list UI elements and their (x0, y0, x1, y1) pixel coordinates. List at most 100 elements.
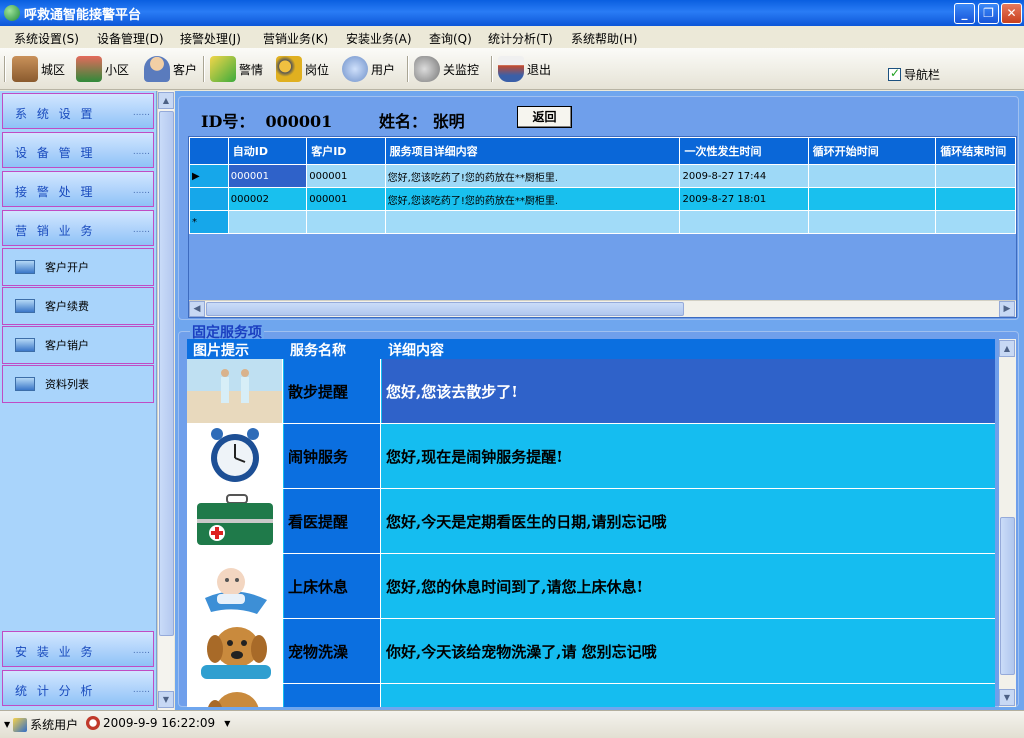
grid-corner-cell (189, 137, 229, 165)
col-loop-end[interactable]: 循环结束时间 (935, 137, 1016, 165)
service-name[interactable]: 散步提醒 (284, 359, 381, 423)
scroll-down-icon[interactable]: ▼ (999, 689, 1015, 706)
cell-auto-id[interactable]: 000001 (227, 164, 308, 188)
chevron-down-icon[interactable]: ▼ (4, 720, 10, 729)
scroll-down-icon[interactable]: ▼ (158, 691, 174, 708)
menu-help[interactable]: 系统帮助(H) (571, 30, 637, 47)
row-marker[interactable] (189, 187, 229, 211)
col-service-name[interactable]: 服务名称 (290, 340, 346, 360)
cell-once-time[interactable]: 2009-8-27 18:01 (679, 187, 809, 211)
toolbar-customer-button[interactable]: 客户 (144, 54, 197, 84)
scroll-up-icon[interactable]: ▲ (999, 340, 1015, 357)
service-content[interactable]: 您好,现在是闹钟服务提醒! (382, 424, 995, 488)
menu-marketing[interactable]: 营销业务(K) (263, 30, 328, 47)
sidebar-header-statistics[interactable]: 统 计 分 析...... (2, 670, 154, 706)
scroll-right-icon[interactable]: ▶ (999, 301, 1015, 317)
sidebar-item-data-list[interactable]: 资料列表 (2, 365, 154, 403)
toolbar-stop-monitor-button[interactable]: 关监控 (414, 54, 479, 84)
new-cell[interactable] (679, 210, 809, 234)
close-button[interactable]: ✕ (1001, 3, 1022, 24)
new-row[interactable]: * (189, 210, 1016, 234)
service-name-partial[interactable] (284, 684, 381, 707)
cell-content[interactable]: 您好,您该吃药了!您的药放在**厨柜里. (384, 164, 681, 188)
service-content-partial[interactable] (382, 684, 995, 707)
sidebar-header-alarm-handling[interactable]: 接 警 处 理...... (2, 171, 154, 207)
menu-alarm-handling[interactable]: 接警处理(J) (180, 30, 241, 47)
service-content[interactable]: 您好,您该去散步了! (382, 359, 995, 423)
col-loop-start[interactable]: 循环开始时间 (807, 137, 937, 165)
col-auto-id[interactable]: 自动ID (227, 137, 308, 165)
sleeping-baby-photo (187, 554, 283, 618)
service-name[interactable]: 上床休息 (284, 554, 381, 618)
cell-auto-id[interactable]: 000002 (227, 187, 308, 211)
toolbar-post-button[interactable]: 岗位 (276, 54, 329, 84)
sidebar-header-device-management[interactable]: 设 备 管 理...... (2, 132, 154, 168)
menu-statistics[interactable]: 统计分析(T) (488, 30, 553, 47)
cell-loop-start[interactable] (807, 187, 937, 211)
new-cell[interactable] (807, 210, 937, 234)
sidebar-item-close-account[interactable]: 客户销户 (2, 326, 154, 364)
list-item[interactable]: 闹钟服务 您好,现在是闹钟服务提醒! (187, 424, 995, 489)
table-row[interactable]: ▶ 000001 000001 您好,您该吃药了!您的药放在**厨柜里. 200… (189, 164, 1016, 188)
list-item[interactable]: 宠物洗澡 你好,今天该给宠物洗澡了,请 您别忘记哦 (187, 619, 995, 684)
status-user[interactable]: ▼ 系统用户 (4, 716, 78, 733)
service-name[interactable]: 看医提醒 (284, 489, 381, 553)
new-row-marker[interactable]: * (189, 210, 229, 234)
checkbox-checked-icon[interactable] (888, 66, 901, 81)
services-vertical-scrollbar[interactable]: ▲ ▼ (999, 339, 1016, 707)
toolbar-exit-button[interactable]: 退出 (498, 54, 551, 84)
service-content[interactable]: 你好,今天该给宠物洗澡了,请 您别忘记哦 (382, 619, 995, 683)
scroll-left-icon[interactable]: ◀ (189, 301, 205, 317)
list-item[interactable]: 看医提醒 您好,今天是定期看医生的日期,请别忘记哦 (187, 489, 995, 554)
sidebar-item-renewal[interactable]: 客户续费 (2, 287, 154, 325)
list-item[interactable]: 上床休息 您好,您的休息时间到了,请您上床休息! (187, 554, 995, 619)
service-name[interactable]: 宠物洗澡 (284, 619, 381, 683)
col-picture-hint[interactable]: 图片提示 (193, 340, 249, 360)
cell-loop-start[interactable] (807, 164, 937, 188)
maximize-button[interactable]: ❐ (978, 3, 999, 24)
cell-client-id[interactable]: 000001 (306, 164, 386, 188)
sidebar-header-installation[interactable]: 安 装 业 务...... (2, 631, 154, 667)
menu-system-settings[interactable]: 系统设置(S) (14, 30, 79, 47)
service-content[interactable]: 您好,今天是定期看医生的日期,请别忘记哦 (382, 489, 995, 553)
toolbar-user-button[interactable]: 用户 (342, 54, 395, 84)
nav-toggle-checkbox[interactable]: 导航栏 (888, 66, 940, 83)
scroll-up-icon[interactable]: ▲ (158, 92, 174, 109)
list-item[interactable]: 散步提醒 您好,您该去散步了! (187, 359, 995, 424)
new-cell[interactable] (227, 210, 308, 234)
back-button[interactable]: 返回 (517, 106, 572, 128)
list-item[interactable] (187, 684, 995, 707)
table-row[interactable]: 000002 000001 您好,您该吃药了!您的药放在**厨柜里. 2009-… (189, 187, 1016, 211)
service-content[interactable]: 您好,您的休息时间到了,请您上床休息! (382, 554, 995, 618)
sidebar-item-open-account[interactable]: 客户开户 (2, 248, 154, 286)
cell-client-id[interactable]: 000001 (306, 187, 386, 211)
grid-scroll-thumb[interactable] (206, 302, 684, 316)
sidebar-scrollbar[interactable]: ▲ ▼ (157, 91, 174, 710)
minimize-button[interactable]: _ (954, 3, 975, 24)
toolbar-district-button[interactable]: 小区 (76, 54, 129, 84)
col-detail-content[interactable]: 详细内容 (388, 340, 444, 360)
cell-once-time[interactable]: 2009-8-27 17:44 (679, 164, 809, 188)
menu-installation[interactable]: 安装业务(A) (346, 30, 412, 47)
sidebar-header-system-settings[interactable]: 系 统 设 置...... (2, 93, 154, 129)
cell-content[interactable]: 您好,您该吃药了!您的药放在**厨柜里. (384, 187, 681, 211)
cell-loop-end[interactable] (935, 187, 1016, 211)
service-name[interactable]: 闹钟服务 (284, 424, 381, 488)
menu-query[interactable]: 查询(Q) (429, 30, 472, 47)
services-scroll-thumb[interactable] (1000, 517, 1015, 675)
col-content[interactable]: 服务项目详细内容 (384, 137, 681, 165)
new-cell[interactable] (935, 210, 1016, 234)
new-cell[interactable] (384, 210, 681, 234)
chevron-down-icon[interactable]: ▼ (224, 719, 230, 728)
menu-device-management[interactable]: 设备管理(D) (97, 30, 164, 47)
row-marker[interactable]: ▶ (189, 164, 229, 188)
new-cell[interactable] (306, 210, 386, 234)
col-client-id[interactable]: 客户ID (306, 137, 386, 165)
sidebar-scroll-thumb[interactable] (159, 111, 174, 636)
toolbar-city-button[interactable]: 城区 (12, 54, 65, 84)
grid-horizontal-scrollbar[interactable]: ◀ ▶ (189, 300, 1016, 317)
sidebar-header-marketing[interactable]: 营 销 业 务...... (2, 210, 154, 246)
col-once-time[interactable]: 一次性发生时间 (679, 137, 809, 165)
cell-loop-end[interactable] (935, 164, 1016, 188)
toolbar-alarm-button[interactable]: 警情 (210, 54, 263, 84)
